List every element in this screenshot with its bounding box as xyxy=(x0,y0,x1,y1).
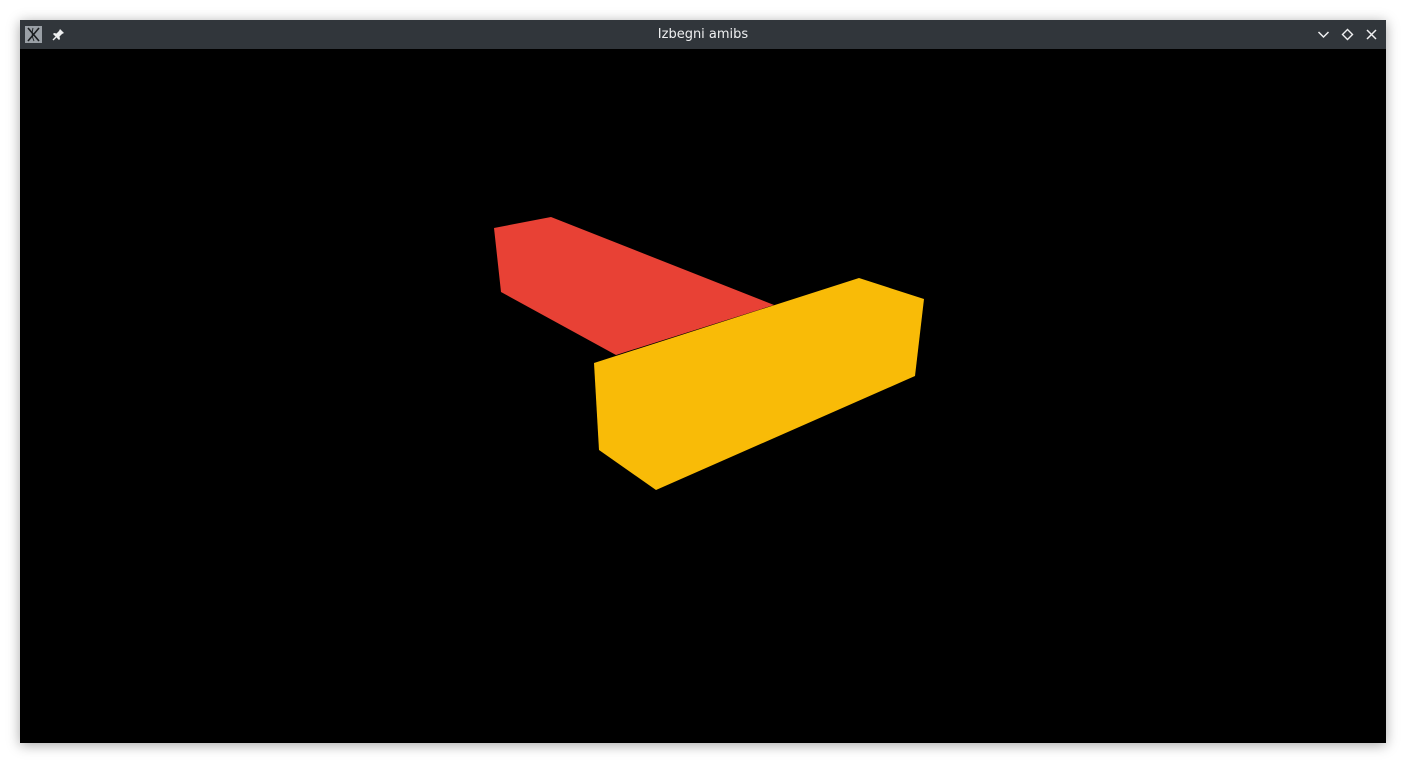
close-icon[interactable] xyxy=(1362,25,1381,44)
window-title: Izbegni amibs xyxy=(657,27,749,42)
title-bar[interactable]: Izbegni amibs xyxy=(20,20,1386,49)
diamond-icon[interactable] xyxy=(1338,25,1357,44)
x11-app-icon[interactable] xyxy=(25,26,42,43)
pin-icon[interactable] xyxy=(50,26,67,43)
3d-viewport[interactable] xyxy=(20,49,1386,743)
application-window: Izbegni amibs xyxy=(20,20,1386,743)
chevron-down-icon[interactable] xyxy=(1314,25,1333,44)
